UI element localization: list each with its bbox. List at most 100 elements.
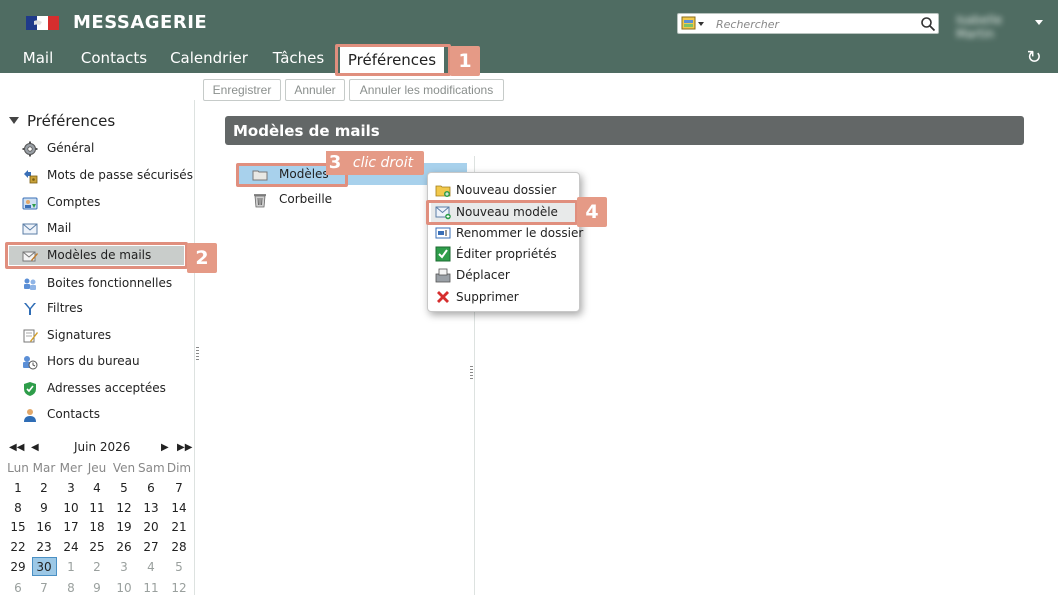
calendar-day[interactable]: 9 [31, 498, 57, 518]
calendar-day[interactable]: 7 [166, 478, 192, 498]
calendar-day[interactable]: 28 [166, 537, 192, 557]
calendar-day[interactable]: 5 [111, 478, 137, 498]
new-folder-icon [435, 185, 451, 197]
calendar-day[interactable]: 17 [58, 517, 84, 537]
calendar-day[interactable]: 1 [5, 478, 31, 498]
calendar-day[interactable]: 21 [166, 517, 192, 537]
calendar-day[interactable]: 11 [84, 498, 110, 518]
refresh-icon[interactable]: ↻ [1024, 48, 1044, 68]
sidebar-item-label: Comptes [47, 195, 101, 209]
folder-item-corbeille[interactable]: Corbeille [252, 190, 452, 210]
calendar-day[interactable]: 10 [111, 578, 137, 598]
calendar-day[interactable]: 12 [166, 578, 192, 598]
person-icon [24, 409, 36, 422]
calendar-day-selected[interactable]: 30 [31, 557, 57, 577]
sidebar-item-mail[interactable]: Mail [6, 218, 188, 240]
calendar-day[interactable]: 25 [84, 537, 110, 557]
sidebar-item-label: Signatures [47, 328, 112, 342]
calendar-day[interactable]: 4 [138, 557, 164, 577]
sidebar-item-label: Adresses acceptées [47, 381, 166, 395]
collapse-caret-icon[interactable] [9, 117, 19, 124]
app-title: MESSAGERIE [73, 12, 208, 33]
calendar-day[interactable]: 24 [58, 537, 84, 557]
folder-pane-resize-handle[interactable] [470, 366, 473, 380]
calendar-day[interactable]: 4 [84, 478, 110, 498]
weekday-header: Ven [112, 461, 136, 475]
calendar-day[interactable]: 8 [5, 498, 31, 518]
tab-mail[interactable]: Mail [12, 44, 64, 73]
user-menu-name[interactable]: Isabelle Martin [956, 13, 1032, 41]
calendar-day[interactable]: 12 [111, 498, 137, 518]
calendar-day[interactable]: 6 [138, 478, 164, 498]
sidebar-resize-handle[interactable] [196, 347, 199, 361]
calendar-day[interactable]: 18 [84, 517, 110, 537]
search-input[interactable] [716, 16, 914, 32]
sidebar-item-label: Mail [47, 221, 72, 235]
callout-4-frame [426, 200, 578, 225]
calendar-day[interactable]: 9 [84, 578, 110, 598]
sidebar-item-signatures[interactable]: Signatures [6, 325, 188, 347]
save-button[interactable]: Enregistrer [203, 79, 281, 101]
calendar-day[interactable]: 2 [31, 478, 57, 498]
sidebar-item-filtres[interactable]: Filtres [6, 298, 188, 320]
discard-changes-button[interactable]: Annuler les modifications [349, 79, 504, 101]
tab-taches[interactable]: Tâches [265, 44, 332, 73]
menu-item-editer-proprietes[interactable]: Éditer propriétés [435, 244, 575, 264]
calendar-day[interactable]: 14 [166, 498, 192, 518]
sidebar-item-adresses-acceptees[interactable]: Adresses acceptées [6, 378, 188, 400]
gear-icon [22, 141, 38, 157]
sidebar-item-comptes[interactable]: Comptes [6, 192, 188, 214]
sidebar-item-hors-du-bureau[interactable]: Hors du bureau [6, 351, 188, 373]
calendar-day[interactable]: 7 [31, 578, 57, 598]
tab-contacts[interactable]: Contacts [74, 44, 154, 73]
sidebar-item-contacts[interactable]: Contacts [6, 404, 188, 426]
calendar-day[interactable]: 2 [84, 557, 110, 577]
cancel-button[interactable]: Annuler [285, 79, 345, 101]
calendar-next-month-icon[interactable]: ▶ [161, 442, 169, 453]
calendar-day[interactable]: 10 [58, 498, 84, 518]
calendar-day[interactable]: 16 [31, 517, 57, 537]
app-header [0, 0, 1058, 73]
calendar-day[interactable]: 26 [111, 537, 137, 557]
calendar-day[interactable]: 13 [138, 498, 164, 518]
calendar-day[interactable]: 11 [138, 578, 164, 598]
calendar-day[interactable]: 19 [111, 517, 137, 537]
calendar-day[interactable]: 8 [58, 578, 84, 598]
callout-1-frame [335, 44, 451, 76]
calendar-next-year-icon[interactable]: ▶▶ [177, 442, 192, 453]
sidebar-item-label: Général [47, 141, 95, 155]
flag-logo-icon [26, 16, 59, 30]
calendar-month-label: Juin 2026 [74, 440, 131, 454]
edit-properties-icon [435, 246, 451, 262]
group-icon [24, 278, 36, 290]
search-box[interactable] [677, 13, 939, 34]
folder-item-label: Corbeille [279, 192, 333, 206]
calendar-day[interactable]: 20 [138, 517, 164, 537]
account-icon [22, 197, 38, 210]
chevron-down-icon[interactable] [1035, 20, 1043, 25]
calendar-day[interactable]: 27 [138, 537, 164, 557]
calendar-day[interactable]: 1 [58, 557, 84, 577]
calendar-day[interactable]: 6 [5, 578, 31, 598]
calendar-prev-month-icon[interactable]: ◀ [31, 442, 39, 453]
sidebar-item-passwords[interactable]: Mots de passe sécurisés [6, 165, 193, 187]
tab-calendrier[interactable]: Calendrier [164, 44, 254, 73]
calendar-prev-year-icon[interactable]: ◀◀ [9, 442, 24, 453]
weekday-header: Dim [166, 461, 192, 475]
calendar-day[interactable]: 23 [31, 537, 57, 557]
calendar-day[interactable]: 3 [58, 478, 84, 498]
search-scope-icon[interactable] [681, 16, 706, 32]
sidebar-item-boites-fonctionnelles[interactable]: Boites fonctionnelles [6, 273, 188, 295]
menu-item-deplacer[interactable]: Déplacer [435, 265, 575, 285]
calendar-day[interactable]: 15 [5, 517, 31, 537]
calendar-day[interactable]: 22 [5, 537, 31, 557]
search-icon[interactable] [920, 16, 936, 32]
calendar-day[interactable]: 5 [166, 557, 192, 577]
calendar-day[interactable]: 3 [111, 557, 137, 577]
menu-item-supprimer[interactable]: Supprimer [435, 287, 575, 307]
menu-item-renommer-dossier[interactable]: Renommer le dossier [435, 223, 583, 243]
sidebar-item-general[interactable]: Général [6, 138, 188, 160]
sidebar-title[interactable]: Préférences [27, 112, 115, 130]
calendar-day[interactable]: 29 [5, 557, 31, 577]
menu-item-nouveau-dossier[interactable]: Nouveau dossier [435, 180, 575, 200]
